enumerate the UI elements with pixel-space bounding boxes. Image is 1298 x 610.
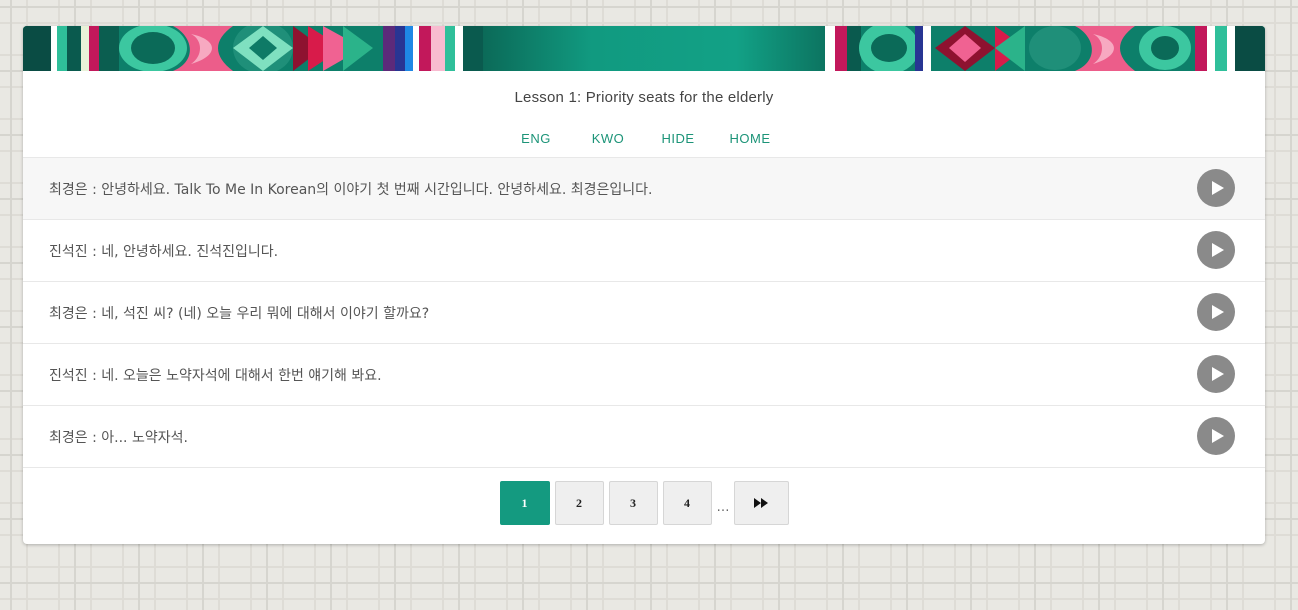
dialogue-row: 최경은 : 안녕하세요. Talk To Me In Korean의 이야기 첫… — [23, 158, 1265, 220]
dialogue-text: 최경은 : 안녕하세요. Talk To Me In Korean의 이야기 첫… — [49, 181, 653, 198]
play-icon — [1211, 181, 1224, 195]
dialogue-row: 최경은 : 네, 석진 씨? (네) 오늘 우리 뭐에 대해서 이야기 할까요? — [23, 282, 1265, 344]
play-button[interactable] — [1197, 293, 1235, 331]
dialogue-text: 최경은 : 네, 석진 씨? (네) 오늘 우리 뭐에 대해서 이야기 할까요? — [49, 305, 430, 322]
dialogue-list: 최경은 : 안녕하세요. Talk To Me In Korean의 이야기 첫… — [23, 157, 1265, 468]
fast-forward-icon — [754, 498, 768, 508]
decorative-banner — [23, 26, 1265, 71]
right-ornament — [825, 26, 1265, 71]
next-pages-button[interactable] — [733, 481, 789, 525]
dialogue-row: 진석진 : 네. 오늘은 노약자석에 대해서 한번 얘기해 봐요. — [23, 344, 1265, 406]
dialogue-text: 진석진 : 네, 안녕하세요. 진석진입니다. — [49, 243, 279, 260]
play-button[interactable] — [1197, 355, 1235, 393]
play-button[interactable] — [1197, 231, 1235, 269]
nav-home-link[interactable]: HOME — [713, 131, 787, 157]
play-icon — [1211, 305, 1224, 319]
lesson-nav: ENG KWO HIDE HOME — [23, 131, 1265, 157]
dialogue-row: 진석진 : 네, 안녕하세요. 진석진입니다. — [23, 220, 1265, 282]
lesson-card: Lesson 1: Priority seats for the elderly… — [23, 26, 1265, 544]
page-1-button[interactable]: 1 — [499, 481, 550, 525]
play-icon — [1211, 367, 1224, 381]
play-button[interactable] — [1197, 417, 1235, 455]
page-2-button[interactable]: 2 — [554, 481, 604, 525]
lesson-title: Lesson 1: Priority seats for the elderly — [514, 89, 774, 106]
play-icon — [1211, 429, 1224, 443]
play-button[interactable] — [1197, 169, 1235, 207]
pagination: 1 2 3 4 … — [23, 481, 1265, 525]
page-3-button[interactable]: 3 — [608, 481, 658, 525]
page-4-button[interactable]: 4 — [662, 481, 712, 525]
nav-eng-link[interactable]: ENG — [501, 131, 571, 157]
dialogue-text: 최경은 : 아... 노약자석. — [49, 429, 188, 446]
nav-hide-link[interactable]: HIDE — [643, 131, 713, 157]
dialogue-row: 최경은 : 아... 노약자석. — [23, 406, 1265, 468]
dialogue-text: 진석진 : 네. 오늘은 노약자석에 대해서 한번 얘기해 봐요. — [49, 367, 382, 384]
pagination-ellipsis: … — [716, 499, 730, 515]
play-icon — [1211, 243, 1224, 257]
left-ornament — [23, 26, 483, 71]
nav-kwo-link[interactable]: KWO — [573, 131, 643, 157]
